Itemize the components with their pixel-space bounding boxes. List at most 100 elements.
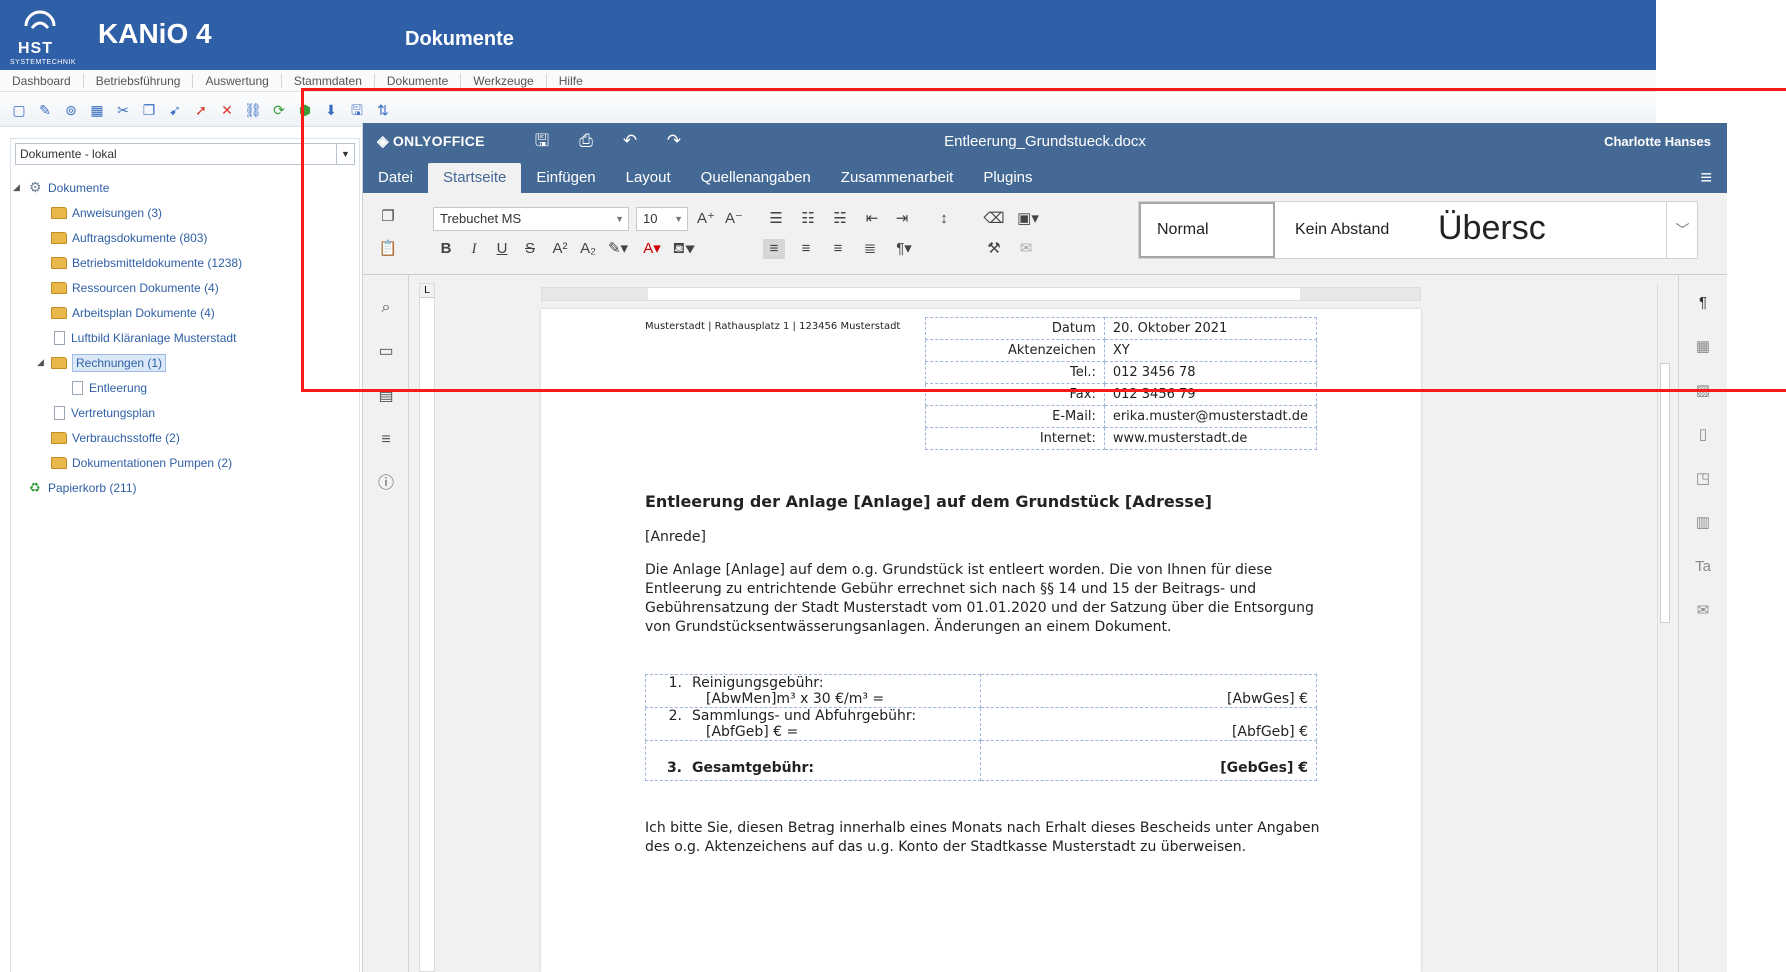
tree-item-papierkorb[interactable]: ♻ Papierkorb (211)	[15, 475, 355, 500]
menu-stammdaten[interactable]: Stammdaten	[282, 73, 375, 88]
tab-layout[interactable]: Layout	[611, 163, 686, 193]
image-settings-icon[interactable]: ▨	[1693, 381, 1713, 401]
collapse-icon[interactable]: ◢	[37, 357, 44, 368]
menu-hilfe[interactable]: Hilfe	[547, 74, 595, 88]
move-icon[interactable]: ➚	[192, 101, 210, 119]
chevron-down-icon[interactable]: ﹀	[1666, 201, 1698, 259]
font-size-select[interactable]: 10 ▼	[636, 207, 688, 231]
align-center-icon[interactable]: ≡	[795, 239, 817, 259]
tree-item-auftragsdokumente[interactable]: Auftragsdokumente (803)	[15, 225, 355, 250]
style-normal[interactable]: Normal	[1139, 202, 1275, 258]
print-icon[interactable]: ⎙	[575, 130, 597, 152]
text-art-icon[interactable]: Ta	[1693, 557, 1713, 577]
redo-icon[interactable]: ↷	[663, 130, 685, 152]
link-icon[interactable]: ⛓	[244, 101, 262, 119]
clear-format-icon[interactable]: ⌫	[983, 209, 1005, 229]
repository-select[interactable]: Dokumente - lokal ▼	[15, 143, 355, 165]
tree-item-ressourcen[interactable]: Ressourcen Dokumente (4)	[15, 275, 355, 300]
menu-dokumente[interactable]: Dokumente	[375, 73, 462, 88]
horizontal-ruler[interactable]	[541, 287, 1421, 301]
copy-style-icon[interactable]: ▣▾	[1015, 209, 1041, 229]
table-settings-icon[interactable]: ▦	[1693, 337, 1713, 357]
shape-settings-icon[interactable]: ◳	[1693, 469, 1713, 489]
align-right-icon[interactable]: ≡	[827, 239, 849, 259]
font-grow-icon[interactable]: A⁺	[695, 209, 717, 229]
new-document-icon[interactable]: ▢	[10, 101, 28, 119]
highlight-color-icon[interactable]: ✎▾	[605, 239, 631, 259]
navigation-icon[interactable]: ≡	[375, 429, 397, 451]
tab-stop-icon[interactable]: L	[420, 284, 434, 298]
tab-zusammenarbeit[interactable]: Zusammenarbeit	[826, 163, 969, 193]
tab-plugins[interactable]: Plugins	[968, 163, 1047, 193]
align-left-icon[interactable]: ≡	[763, 239, 785, 259]
tree-item-betriebsmitteldokumente[interactable]: Betriebsmitteldokumente (1238)	[15, 250, 355, 275]
subscript-icon[interactable]: A₂	[577, 239, 599, 259]
superscript-icon[interactable]: A²	[549, 239, 571, 259]
import-icon[interactable]: ⬇	[322, 101, 340, 119]
edit-icon[interactable]: ✎	[36, 101, 54, 119]
save-icon[interactable]: 🖫	[531, 130, 553, 152]
tab-quellenangaben[interactable]: Quellenangaben	[686, 163, 826, 193]
menu-dashboard[interactable]: Dashboard	[0, 73, 84, 88]
tree-item-verbrauchsstoffe[interactable]: Verbrauchsstoffe (2)	[15, 425, 355, 450]
comment-icon[interactable]: ▭	[375, 341, 397, 363]
tree-item-arbeitsplan[interactable]: Arbeitsplan Dokumente (4)	[15, 300, 355, 325]
tab-einfuegen[interactable]: Einfügen	[521, 163, 610, 193]
tree-item-dokumentationen-pumpen[interactable]: Dokumentationen Pumpen (2)	[15, 450, 355, 475]
info-icon[interactable]: ⓘ	[375, 473, 397, 495]
collapse-icon[interactable]: ◢	[13, 182, 20, 193]
document-page[interactable]: Musterstadt | Rathausplatz 1 | 123456 Mu…	[541, 309, 1421, 972]
search-icon[interactable]: ⌕	[375, 297, 397, 319]
style-kein-abstand[interactable]: Kein Abstand	[1279, 202, 1419, 258]
bold-icon[interactable]: B	[437, 239, 455, 259]
tree-item-rechnungen[interactable]: ◢ Rechnungen (1)	[15, 350, 355, 375]
paint-bucket-icon[interactable]: ⛾▾	[671, 239, 697, 259]
font-name-select[interactable]: Trebuchet MS ▼	[433, 207, 629, 231]
copy-icon[interactable]: ❐	[377, 207, 399, 227]
cut-icon[interactable]: ✂	[114, 101, 132, 119]
refresh-icon[interactable]: ⟳	[270, 101, 288, 119]
tree-item-anweisungen[interactable]: Anweisungen (3)	[15, 200, 355, 225]
menu-werkzeuge[interactable]: Werkzeuge	[461, 73, 547, 88]
scrollbar-thumb[interactable]	[1660, 363, 1670, 623]
numbered-list-icon[interactable]: ☷	[795, 209, 821, 229]
copy-icon[interactable]: ❐	[140, 101, 158, 119]
save-icon[interactable]: 🖫	[348, 101, 366, 119]
sort-icon[interactable]: ⇅	[374, 101, 392, 119]
header-footer-icon[interactable]: ▯	[1693, 425, 1713, 445]
tree-item-dokumente[interactable]: ◢ ⚙ Dokumente	[13, 175, 355, 200]
style-ueberschrift[interactable]: Übersc	[1424, 202, 1564, 258]
paragraph-settings-icon[interactable]: ¶	[1693, 293, 1713, 313]
format-painter-icon[interactable]: ⚒	[983, 239, 1005, 259]
justify-icon[interactable]: ≣	[859, 239, 881, 259]
increase-indent-icon[interactable]: ⇥	[891, 209, 913, 229]
menu-betriebsfuehrung[interactable]: Betriebsführung	[84, 73, 194, 88]
underline-icon[interactable]: U	[493, 239, 511, 259]
mail-merge-icon[interactable]: ✉	[1015, 239, 1037, 259]
export-icon[interactable]: ⬢	[296, 101, 314, 119]
font-color-icon[interactable]: A▾	[639, 239, 665, 259]
font-shrink-icon[interactable]: A⁻	[723, 209, 745, 229]
mail-merge-icon[interactable]: ✉	[1693, 601, 1713, 621]
paragraph-marks-icon[interactable]: ¶▾	[891, 239, 917, 259]
bullet-list-icon[interactable]: ☰	[763, 209, 789, 229]
chevron-down-icon[interactable]: ▼	[336, 144, 354, 164]
table-icon[interactable]: ▦	[88, 101, 106, 119]
menu-auswertung[interactable]: Auswertung	[193, 73, 282, 88]
user-name[interactable]: Charlotte Hanses	[1604, 134, 1711, 149]
paste-icon[interactable]: ➹	[166, 101, 184, 119]
tab-startseite[interactable]: Startseite	[428, 163, 522, 193]
tree-item-vertretungsplan[interactable]: Vertretungsplan	[15, 400, 355, 425]
decrease-indent-icon[interactable]: ⇤	[861, 209, 883, 229]
chat-icon[interactable]: ▤	[375, 385, 397, 407]
tree-item-luftbild[interactable]: Luftbild Kläranlage Musterstadt	[15, 325, 355, 350]
paste-icon[interactable]: 📋	[377, 239, 399, 259]
tab-datei[interactable]: Datei	[363, 163, 428, 193]
strikethrough-icon[interactable]: S	[521, 239, 539, 259]
line-spacing-icon[interactable]: ↕	[931, 209, 957, 229]
chart-settings-icon[interactable]: ▥	[1693, 513, 1713, 533]
binoculars-icon[interactable]: ⊚	[62, 101, 80, 119]
tree-item-entleerung[interactable]: Entleerung	[15, 375, 355, 400]
multilevel-list-icon[interactable]: ☵	[827, 209, 853, 229]
delete-icon[interactable]: ✕	[218, 101, 236, 119]
